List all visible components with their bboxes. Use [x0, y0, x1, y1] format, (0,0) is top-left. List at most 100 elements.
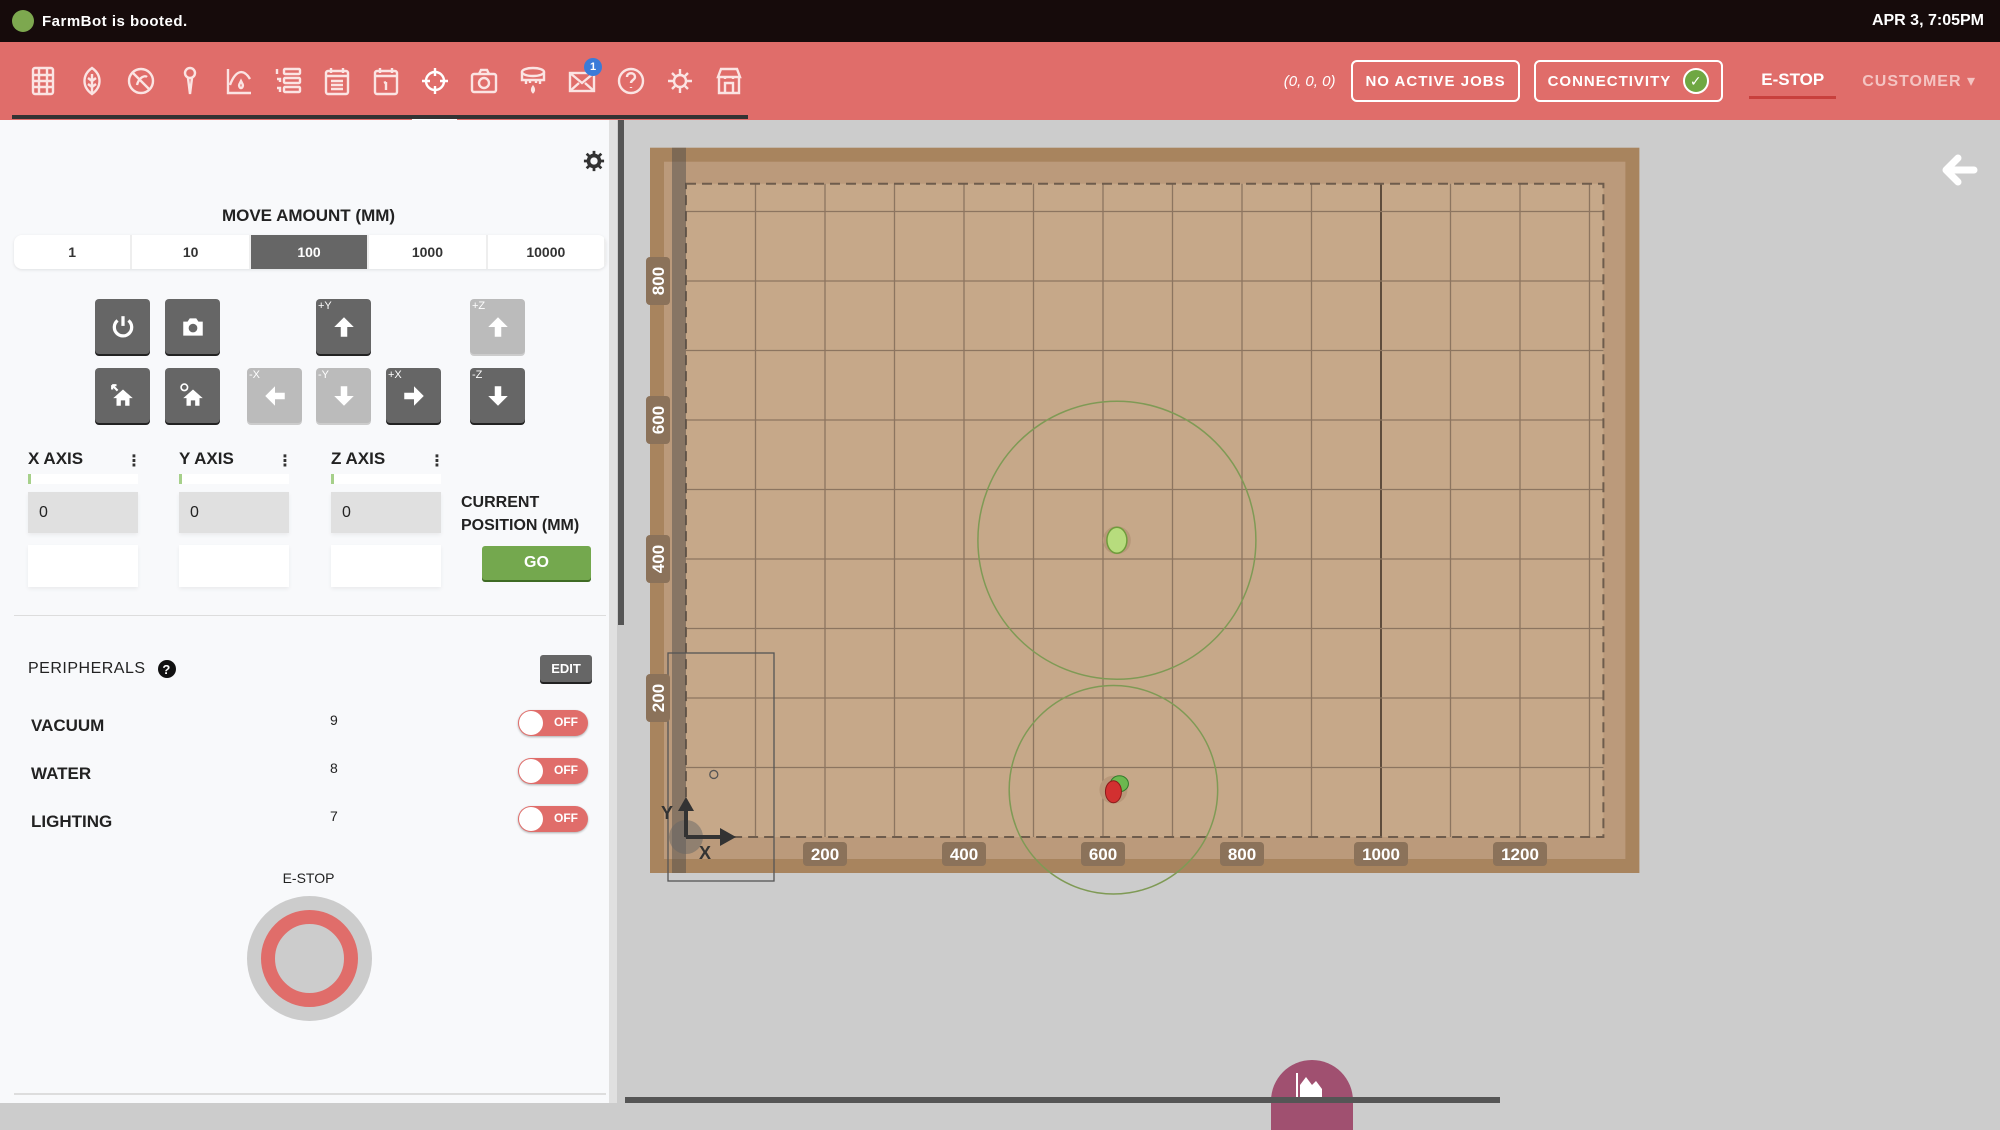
panel-settings-gear-icon[interactable]	[583, 150, 605, 172]
power-button[interactable]	[95, 299, 150, 354]
go-button[interactable]: GO	[482, 546, 591, 580]
x-axis-bar	[28, 474, 138, 484]
jog-label: -Z	[472, 369, 483, 381]
jog-plus-x-button[interactable]: +X	[386, 368, 441, 423]
jobs-label: NO ACTIVE JOBS	[1365, 72, 1506, 90]
jog-minus-y-button[interactable]: -Y	[316, 368, 371, 423]
shop-icon[interactable]	[704, 42, 753, 120]
move-amount-100[interactable]: 100	[250, 235, 370, 269]
z-axis-bar	[331, 474, 441, 484]
regimens-calendar-icon[interactable]	[312, 42, 361, 120]
status-dot	[12, 10, 34, 32]
x-target-input[interactable]	[28, 545, 138, 587]
y-tick-label: 400	[649, 545, 668, 573]
vacuum-toggle[interactable]: OFF	[518, 710, 588, 736]
map-grid-icon[interactable]	[18, 42, 67, 120]
x-tick-label: 400	[950, 845, 978, 864]
strawberry-plant-icon[interactable]	[1104, 780, 1122, 804]
lighting-toggle[interactable]: OFF	[518, 806, 588, 832]
arrow-up-icon	[333, 316, 354, 337]
x-axis-label: X	[699, 843, 711, 863]
peripheral-pin: 8	[330, 760, 338, 776]
account-label: CUSTOMER	[1862, 73, 1962, 90]
home-arrow-icon	[110, 383, 133, 406]
nav-icons: 1	[18, 42, 753, 120]
status-message: FarmBot is booted.	[42, 12, 188, 30]
x-position-value: 0	[28, 492, 138, 533]
x-tick-label: 200	[811, 845, 839, 864]
toggle-knob	[519, 807, 543, 831]
curves-icon[interactable]	[214, 42, 263, 120]
jog-label: -X	[249, 369, 260, 381]
jog-label: +Y	[318, 300, 332, 312]
water-toggle[interactable]: OFF	[518, 758, 588, 784]
z-axis-menu[interactable]: ⋮	[429, 451, 445, 471]
tools-icon[interactable]	[508, 42, 557, 120]
jog-label: -Y	[318, 369, 329, 381]
bot-coordinates: (0, 0, 0)	[1283, 72, 1336, 90]
events-calendar-icon[interactable]	[361, 42, 410, 120]
find-home-search-button[interactable]	[165, 368, 220, 423]
caret-down-icon: ▾	[1966, 73, 1976, 90]
boot-status: FarmBot is booted.	[12, 10, 188, 32]
account-menu[interactable]: CUSTOMER ▾	[1862, 71, 1976, 91]
edit-peripherals-button[interactable]: EDIT	[540, 655, 592, 682]
photos-camera-icon[interactable]	[459, 42, 508, 120]
controls-crosshair-icon[interactable]	[410, 42, 459, 120]
y-tick-label: 800	[649, 267, 668, 295]
top-nav: 1 (0, 0, 0) NO ACTIVE JOBS CONNECTIVITY ✓…	[0, 42, 2000, 120]
estop-ring	[261, 910, 358, 1007]
move-amount-1000[interactable]: 1000	[369, 235, 488, 269]
x-axis-menu[interactable]: ⋮	[126, 451, 142, 471]
gantry	[672, 147, 686, 873]
arrow-down-icon	[333, 385, 354, 406]
estop-button[interactable]	[247, 896, 372, 1021]
y-axis-label: Y AXIS	[179, 449, 234, 468]
jobs-button[interactable]: NO ACTIVE JOBS	[1351, 60, 1520, 102]
move-amount-10[interactable]: 10	[132, 235, 251, 269]
z-target-input[interactable]	[331, 545, 441, 587]
jog-label: +Z	[472, 300, 486, 312]
y-tick-label: 200	[649, 684, 668, 712]
x-axis-label: X AXIS	[28, 449, 84, 468]
farm-bed[interactable]: X Y 200 400 600 800 1000 1200 200 400 600 800	[625, 120, 2000, 1103]
peripheral-pin: 9	[330, 712, 338, 728]
take-photo-button[interactable]	[165, 299, 220, 354]
current-position-label: CURRENT POSITION (MM)	[461, 494, 580, 534]
estop-nav-button[interactable]: E-STOP	[1749, 64, 1837, 99]
help-circle-icon[interactable]: ?	[157, 660, 176, 678]
plants-leaf-icon[interactable]	[67, 42, 116, 120]
lettuce-plant-icon[interactable]	[1106, 526, 1128, 554]
points-pin-icon[interactable]	[165, 42, 214, 120]
connectivity-button[interactable]: CONNECTIVITY ✓	[1533, 60, 1724, 102]
divider	[14, 615, 606, 616]
messages-mail-icon[interactable]: 1	[557, 42, 606, 120]
y-tick-label: 600	[649, 406, 668, 434]
panel-scrollbar[interactable]	[618, 120, 624, 625]
sequences-list-icon[interactable]	[263, 42, 312, 120]
garden-map[interactable]: X Y 200 400 600 800 1000 1200 200 400 600 800	[625, 120, 2000, 1130]
controls-panel: MOVE AMOUNT (MM) 1 10 100 1000 10000 +Y …	[0, 120, 617, 1103]
jog-minus-z-button[interactable]: -Z	[470, 368, 525, 423]
toggle-state: OFF	[554, 763, 578, 777]
toggle-state: OFF	[554, 715, 578, 729]
jog-plus-y-button[interactable]: +Y	[316, 299, 371, 354]
peripheral-pin: 7	[330, 808, 338, 824]
y-axis-menu[interactable]: ⋮	[277, 451, 293, 471]
move-amount-10000[interactable]: 10000	[488, 235, 606, 269]
jog-minus-x-button[interactable]: -X	[247, 368, 302, 423]
map-scrollbar[interactable]	[625, 1097, 1500, 1103]
help-icon[interactable]	[606, 42, 655, 120]
back-arrow-icon[interactable]	[1940, 150, 1980, 190]
peripheral-name: WATER	[31, 764, 92, 783]
settings-gear-icon[interactable]	[655, 42, 704, 120]
peripherals-title: PERIPHERALS	[28, 660, 146, 677]
move-amount-1[interactable]: 1	[14, 235, 133, 269]
find-home-button[interactable]	[95, 368, 150, 423]
weeds-icon[interactable]	[116, 42, 165, 120]
connectivity-label: CONNECTIVITY	[1547, 72, 1672, 90]
y-target-input[interactable]	[179, 545, 289, 587]
check-icon: ✓	[1683, 68, 1710, 94]
move-amount-selector: 1 10 100 1000 10000	[14, 235, 606, 269]
jog-plus-z-button[interactable]: +Z	[470, 299, 525, 354]
